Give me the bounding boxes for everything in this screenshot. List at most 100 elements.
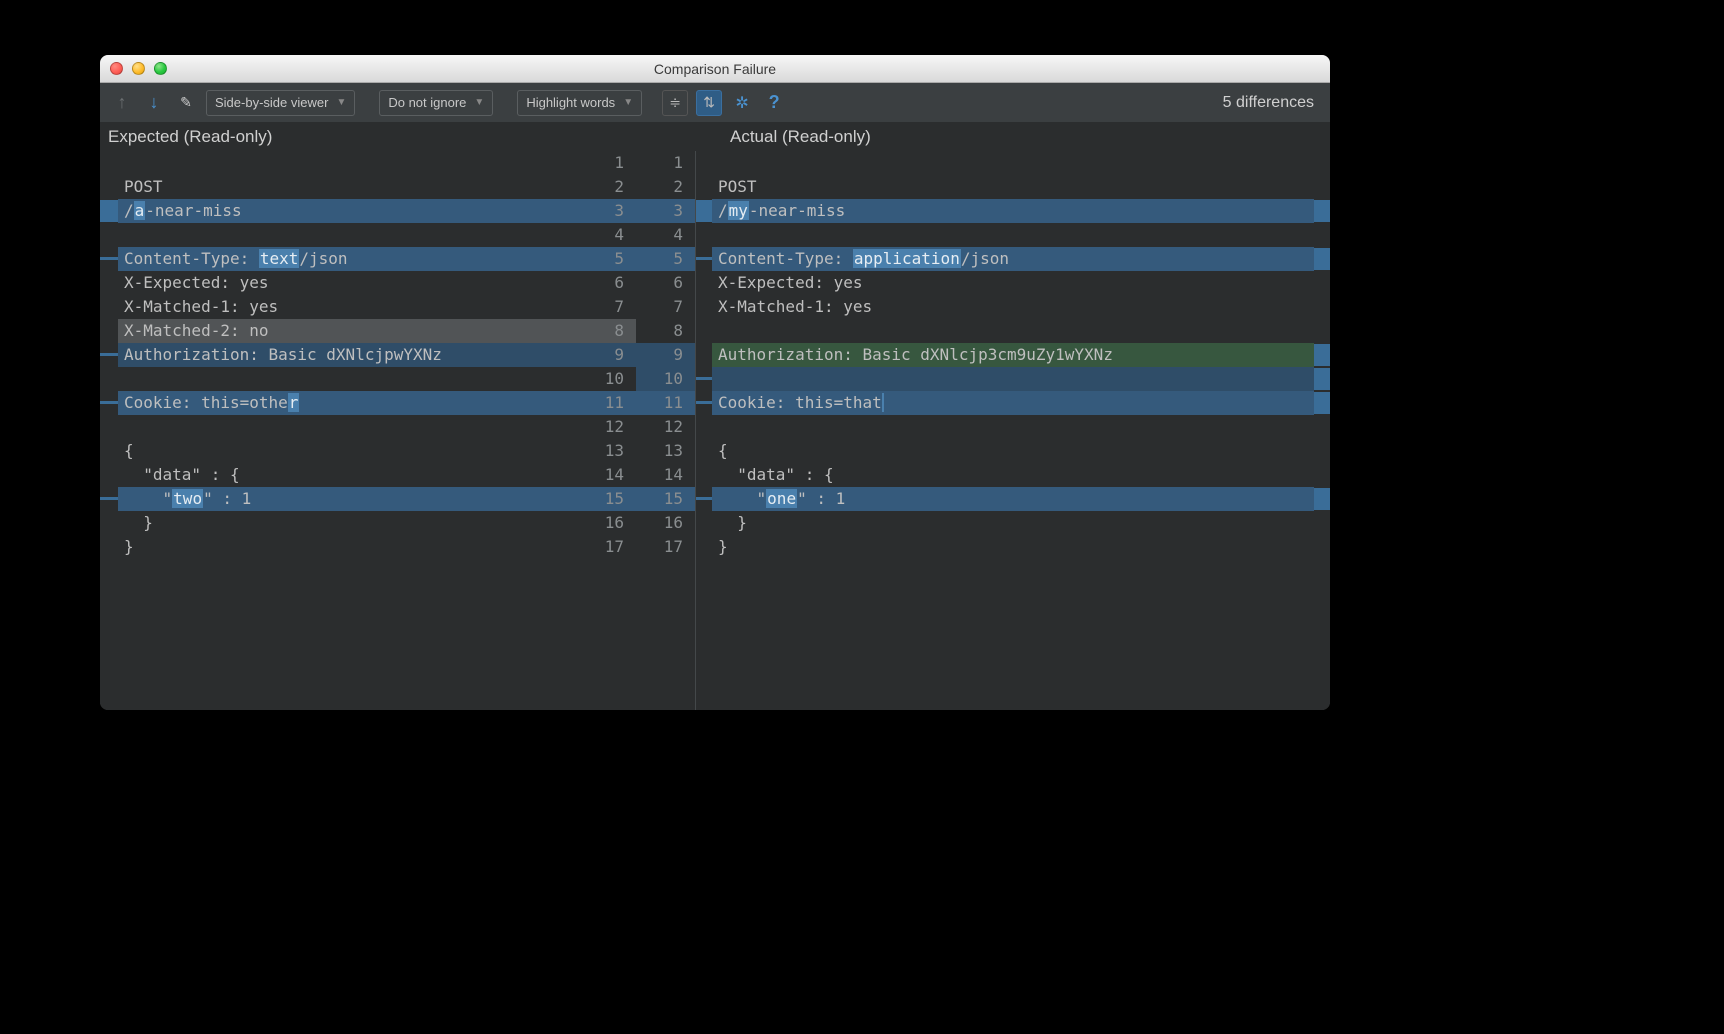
left-pane-header: Expected (Read-only): [100, 123, 582, 151]
diff-marker: [100, 353, 118, 356]
code-line: "data" : {: [118, 463, 582, 487]
line-number: 13: [582, 439, 636, 463]
line-number: 10: [636, 367, 695, 391]
code-line: Authorization: Basic dXNlcjp3cm9uZy1wYXN…: [712, 343, 1314, 367]
help-button[interactable]: ?: [762, 91, 786, 115]
right-text-pane[interactable]: POST/my-near-miss Content-Type: applicat…: [712, 151, 1314, 710]
left-text-pane[interactable]: POST/a-near-miss Content-Type: text/json…: [118, 151, 582, 710]
code-line: [712, 367, 1314, 391]
diff-count: 5 differences: [1223, 94, 1314, 112]
next-diff-button[interactable]: ↓: [142, 91, 166, 115]
ignore-mode-dropdown[interactable]: Do not ignore ▼: [379, 90, 493, 116]
highlight-mode-dropdown[interactable]: Highlight words ▼: [517, 90, 642, 116]
line-number: 7: [636, 295, 695, 319]
line-number: 1: [582, 151, 636, 175]
titlebar[interactable]: Comparison Failure: [100, 55, 1330, 83]
diff-marker: [1314, 368, 1330, 390]
code-line: [712, 151, 1314, 175]
viewer-mode-dropdown[interactable]: Side-by-side viewer ▼: [206, 90, 355, 116]
left-marker-col: [100, 151, 118, 710]
pane-headers: Expected (Read-only) Actual (Read-only): [100, 123, 1330, 151]
line-number: 4: [636, 223, 695, 247]
line-number: 11: [582, 391, 636, 415]
line-number: 14: [636, 463, 695, 487]
line-number: 15: [636, 487, 695, 511]
edit-icon: ✎: [180, 94, 192, 111]
code-line: X-Matched-1: yes: [118, 295, 582, 319]
diff-marker: [100, 257, 118, 260]
code-line: }: [712, 511, 1314, 535]
right-pane-header: Actual (Read-only): [722, 123, 1330, 151]
line-number: 6: [636, 271, 695, 295]
code-line: {: [118, 439, 582, 463]
line-number: 12: [582, 415, 636, 439]
code-line: X-Matched-2: no: [118, 319, 582, 343]
collapse-icon: ≑: [669, 94, 681, 111]
diff-marker: [1314, 344, 1330, 366]
code-line: }: [118, 511, 582, 535]
line-number: 9: [636, 343, 695, 367]
collapse-unchanged-button[interactable]: ≑: [662, 90, 688, 116]
line-number: 1: [636, 151, 695, 175]
code-line: X-Expected: yes: [118, 271, 582, 295]
line-number: 9: [582, 343, 636, 367]
line-number: 2: [582, 175, 636, 199]
line-number: 5: [582, 247, 636, 271]
line-number: 4: [582, 223, 636, 247]
line-number: 10: [582, 367, 636, 391]
diff-marker: [1314, 488, 1330, 510]
viewer-mode-label: Side-by-side viewer: [215, 95, 328, 110]
line-number: 12: [636, 415, 695, 439]
code-line: Content-Type: application/json: [712, 247, 1314, 271]
code-line: Cookie: this=other: [118, 391, 582, 415]
gear-icon: ✲: [735, 93, 748, 113]
line-number: 15: [582, 487, 636, 511]
diff-marker: [1314, 248, 1330, 270]
code-line: POST: [118, 175, 582, 199]
diff-marker: [696, 257, 712, 260]
sync-icon: ⇅: [703, 94, 715, 111]
line-number: 3: [582, 199, 636, 223]
close-icon[interactable]: [110, 62, 123, 75]
line-number: 2: [636, 175, 695, 199]
line-number: 6: [582, 271, 636, 295]
edit-button[interactable]: ✎: [174, 91, 198, 115]
line-number: 14: [582, 463, 636, 487]
zoom-icon[interactable]: [154, 62, 167, 75]
line-number: 8: [582, 319, 636, 343]
code-line: [712, 415, 1314, 439]
code-line: X-Expected: yes: [712, 271, 1314, 295]
line-number: 3: [636, 199, 695, 223]
line-number: 16: [636, 511, 695, 535]
arrow-up-icon: ↑: [118, 92, 127, 113]
code-line: POST: [712, 175, 1314, 199]
arrow-down-icon: ↓: [150, 92, 159, 113]
chevron-down-icon: ▼: [623, 97, 633, 108]
sync-scroll-button[interactable]: ⇅: [696, 90, 722, 116]
code-line: [712, 319, 1314, 343]
code-line: X-Matched-1: yes: [712, 295, 1314, 319]
diff-marker: [100, 401, 118, 404]
scroll-marker-col[interactable]: [1314, 151, 1330, 710]
code-line: [118, 415, 582, 439]
prev-diff-button[interactable]: ↑: [110, 91, 134, 115]
highlight-mode-label: Highlight words: [526, 95, 615, 110]
chevron-down-icon: ▼: [336, 97, 346, 108]
window-title: Comparison Failure: [100, 61, 1330, 77]
minimize-icon[interactable]: [132, 62, 145, 75]
diff-marker: [100, 200, 118, 222]
chevron-down-icon: ▼: [474, 97, 484, 108]
diff-marker: [696, 401, 712, 404]
code-line: "one" : 1: [712, 487, 1314, 511]
right-gutter: 1234567891011121314151617: [636, 151, 696, 710]
code-line: Content-Type: text/json: [118, 247, 582, 271]
diff-marker: [696, 497, 712, 500]
diff-marker: [1314, 200, 1330, 222]
line-number: 5: [636, 247, 695, 271]
line-number: 8: [636, 319, 695, 343]
diff-area: POST/a-near-miss Content-Type: text/json…: [100, 151, 1330, 710]
code-line: /a-near-miss: [118, 199, 582, 223]
code-line: "two" : 1: [118, 487, 582, 511]
ignore-mode-label: Do not ignore: [388, 95, 466, 110]
settings-button[interactable]: ✲: [730, 91, 754, 115]
